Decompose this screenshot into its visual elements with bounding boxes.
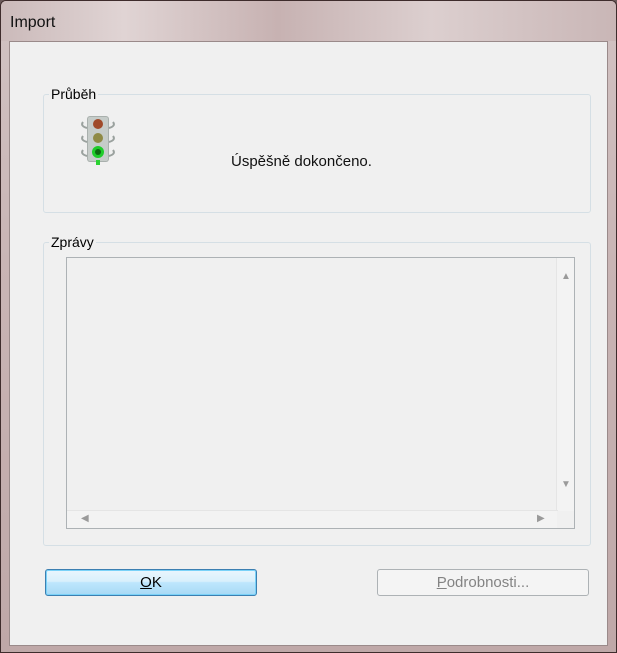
scroll-right-arrow-icon[interactable]: ▶ <box>537 514 545 524</box>
scroll-up-arrow-icon[interactable]: ▲ <box>561 272 571 282</box>
horizontal-scrollbar[interactable]: ◀ ▶ <box>67 510 558 528</box>
window-title: Import <box>10 14 56 31</box>
ok-label: K <box>151 574 162 591</box>
details-button[interactable]: Podrobnosti... <box>377 569 589 596</box>
progress-group-label: Průběh <box>49 86 99 102</box>
messages-group: Zprávy ▲ ▼ ◀ ▶ <box>43 234 591 546</box>
vertical-scrollbar[interactable]: ▲ ▼ <box>556 258 574 511</box>
dialog-client-area: Průběh Úspěšně dokončeno. Zprávy ▲ ▼ ◀ ▶… <box>9 41 608 646</box>
traffic-light-icon <box>81 116 115 165</box>
messages-group-label: Zprávy <box>49 234 96 250</box>
scroll-left-arrow-icon[interactable]: ◀ <box>81 514 89 524</box>
status-text: Úspěšně dokončeno. <box>231 153 372 170</box>
title-bar[interactable]: Import <box>1 1 616 41</box>
ok-accelerator: O <box>140 574 152 591</box>
scrollbar-corner <box>557 511 574 528</box>
import-dialog: Import Průběh Úspěšně dokončeno. Zprávy <box>0 0 617 653</box>
messages-list[interactable]: ▲ ▼ ◀ ▶ <box>66 257 575 529</box>
ok-button[interactable]: OK <box>45 569 257 596</box>
progress-group: Průběh Úspěšně dokončeno. <box>43 86 591 213</box>
scroll-down-arrow-icon[interactable]: ▼ <box>561 480 571 490</box>
details-label: odrobnosti... <box>446 574 530 591</box>
details-accelerator: P <box>436 574 447 591</box>
